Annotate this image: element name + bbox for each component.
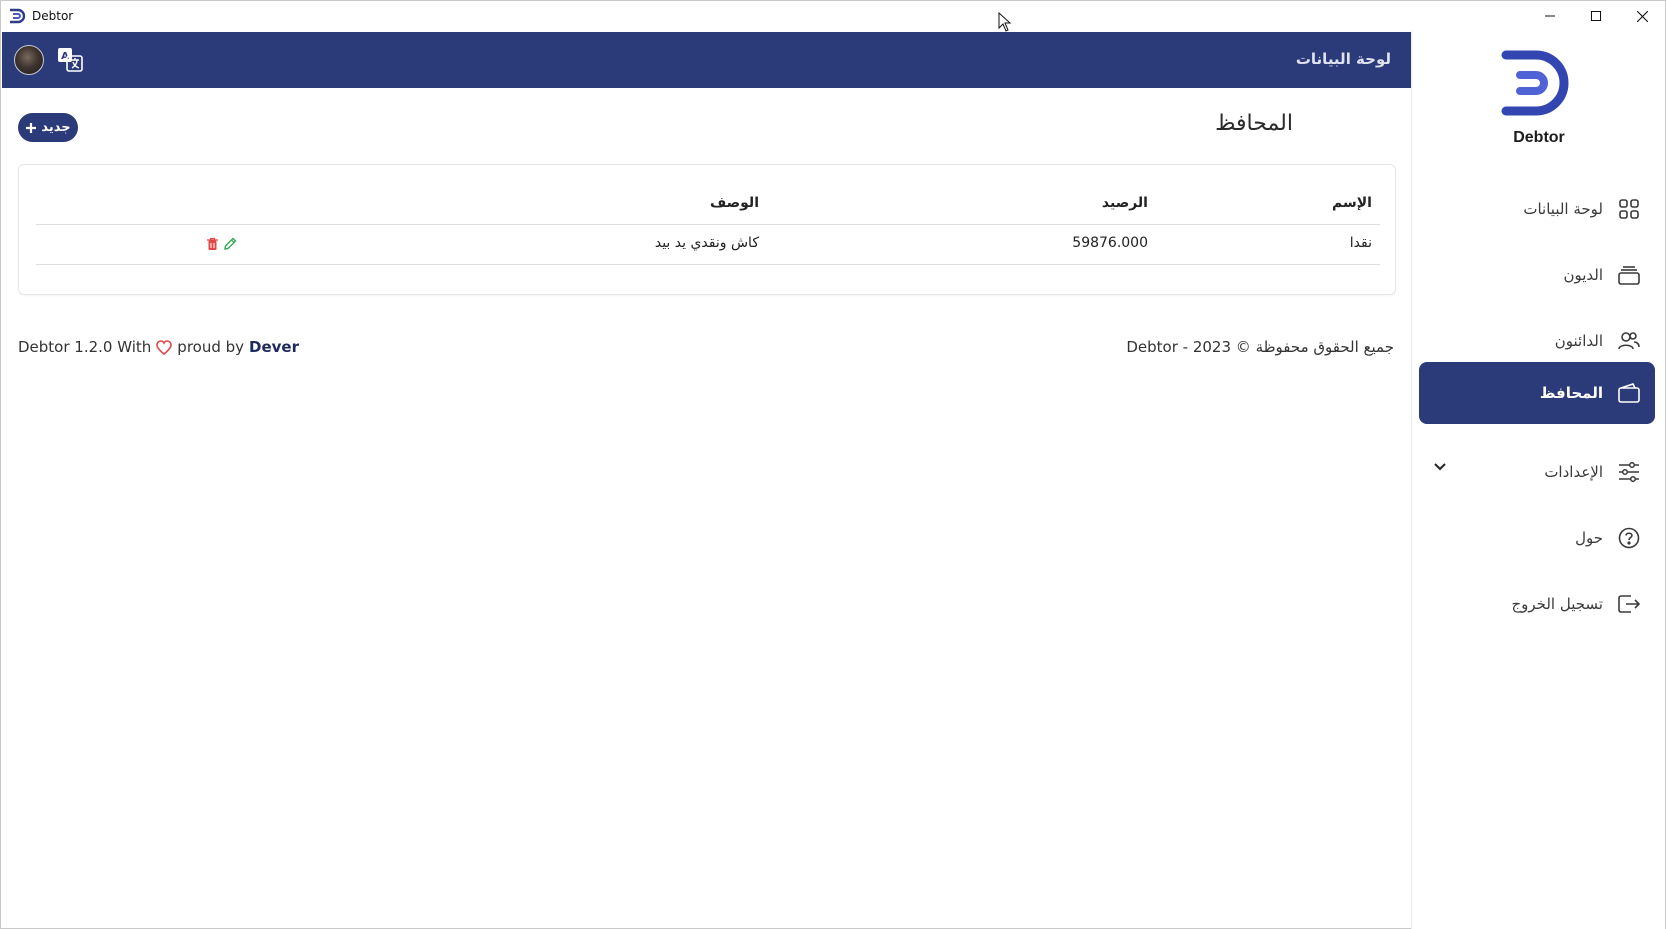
sliders-icon	[1617, 460, 1641, 484]
sidebar-item-settings[interactable]: الإعدادات	[1419, 441, 1655, 503]
breadcrumb[interactable]: لوحة البيانات	[1296, 50, 1391, 68]
new-wallet-button[interactable]: جديد	[18, 113, 78, 142]
sidebar-item-label: الديون	[1563, 266, 1603, 284]
window-controls	[1527, 1, 1665, 31]
table-header: الإسم الرصيد الوصف	[36, 185, 1380, 225]
footer-copyright: جميع الحقوق محفوظة © 2023 - Debtor	[1126, 338, 1394, 356]
version-text: Debtor 1.2.0 With	[18, 338, 152, 356]
footer-version: Debtor 1.2.0 With proud by Dever	[18, 338, 299, 356]
wallets-card: الإسم الرصيد الوصف نقدا 59876.000 كاش ون…	[18, 164, 1396, 295]
chevron-down-icon[interactable]	[1433, 462, 1447, 472]
column-header-name: الإسم	[1332, 195, 1372, 211]
sidebar-item-label: الدائنون	[1554, 332, 1603, 350]
cell-name: نقدا	[1349, 235, 1372, 251]
close-icon	[1636, 10, 1648, 22]
cards-stack-icon	[1617, 263, 1641, 287]
sidebar-item-dashboard[interactable]: لوحة البيانات	[1419, 178, 1655, 240]
close-button[interactable]	[1619, 1, 1665, 31]
sidebar-item-label: الإعدادات	[1544, 463, 1603, 481]
edit-pencil-icon[interactable]	[223, 237, 237, 251]
debtor-logo-icon	[1501, 50, 1569, 116]
grid-icon	[1617, 197, 1641, 221]
app-logo-icon	[10, 8, 26, 24]
page-title: المحافظ	[1215, 111, 1293, 136]
trash-icon[interactable]	[206, 237, 219, 251]
sidebar-item-label: المحافظ	[1539, 384, 1603, 402]
sidebar-item-label: تسجيل الخروج	[1511, 595, 1603, 613]
table-row: نقدا 59876.000 كاش ونقدي يد بيد	[36, 225, 1380, 265]
minimize-icon	[1545, 15, 1555, 17]
new-button-label: جديد	[41, 120, 71, 135]
users-icon	[1617, 329, 1641, 353]
column-header-description: الوصف	[709, 195, 759, 211]
logout-icon	[1617, 592, 1641, 616]
logo-text: Debtor	[1513, 129, 1565, 146]
maximize-icon	[1591, 11, 1601, 21]
dever-link[interactable]: Dever	[249, 338, 299, 356]
heart-icon	[156, 339, 173, 355]
sidebar-item-debts[interactable]: الديون	[1419, 244, 1655, 306]
sidebar-item-label: حول	[1575, 529, 1603, 547]
sidebar: Debtor لوحة البيانات الديون الدائنون الم…	[1411, 31, 1665, 929]
plus-icon	[26, 122, 37, 133]
app-window: Debtor A لوحة البيانات Debtor لوحة البيا…	[0, 0, 1666, 929]
sidebar-item-about[interactable]: حول	[1419, 507, 1655, 569]
title-bar: Debtor	[1, 1, 1665, 32]
cell-description: كاش ونقدي يد بيد	[654, 235, 759, 251]
maximize-button[interactable]	[1573, 1, 1619, 31]
mouse-cursor-icon	[998, 12, 1012, 32]
wallets-table: الإسم الرصيد الوصف نقدا 59876.000 كاش ون…	[36, 185, 1380, 265]
sidebar-item-logout[interactable]: تسجيل الخروج	[1419, 573, 1655, 635]
row-actions	[206, 237, 237, 251]
window-title: Debtor	[32, 9, 74, 23]
top-header: A لوحة البيانات	[2, 32, 1413, 88]
sidebar-item-wallets[interactable]: المحافظ	[1419, 362, 1655, 424]
user-avatar[interactable]	[14, 45, 44, 75]
sidebar-item-label: لوحة البيانات	[1523, 200, 1603, 218]
proud-text: proud by	[177, 338, 245, 356]
help-circle-icon	[1617, 526, 1641, 550]
cell-balance: 59876.000	[1072, 235, 1148, 251]
translate-icon[interactable]: A	[56, 45, 84, 73]
wallet-icon	[1617, 381, 1641, 405]
column-header-balance: الرصيد	[1101, 195, 1148, 211]
minimize-button[interactable]	[1527, 1, 1573, 31]
